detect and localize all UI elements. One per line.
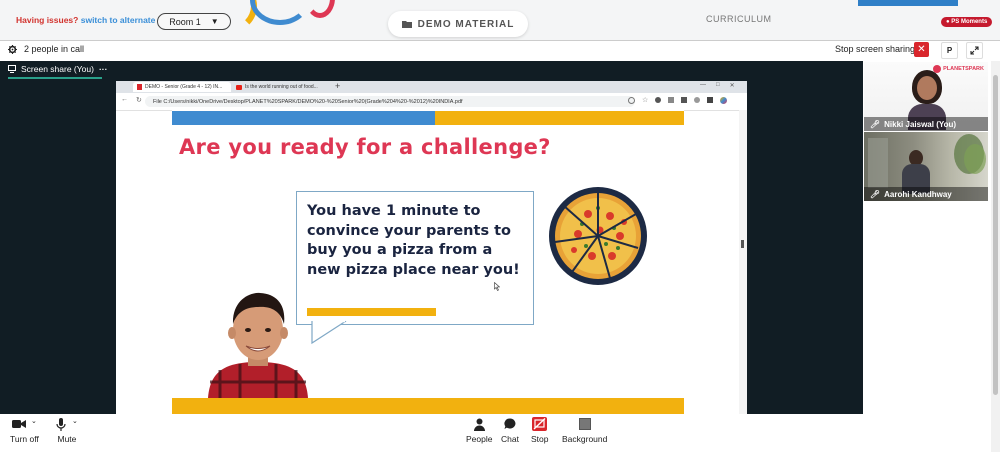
caret-down-icon: ▼ xyxy=(210,17,219,26)
stop-share-button[interactable]: Stop xyxy=(531,417,549,444)
mute-button[interactable]: ⌄ Mute xyxy=(56,417,78,444)
slide-bottom-bar xyxy=(172,398,684,414)
extension-icon[interactable] xyxy=(681,97,688,103)
people-label: People xyxy=(466,434,493,444)
page-scrollbar-thumb[interactable] xyxy=(993,75,998,395)
chat-icon xyxy=(504,418,516,429)
mouse-cursor-icon xyxy=(494,282,500,291)
ps-moments-badge[interactable]: ● PS Moments xyxy=(941,17,993,27)
participant-name: Aarohi Kandhway xyxy=(884,189,952,199)
mute-label: Mute xyxy=(57,434,77,444)
extension-icon[interactable] xyxy=(694,97,701,103)
tab-demo-material-label: DEMO MATERIAL xyxy=(417,18,515,30)
extension-icon[interactable] xyxy=(707,97,714,103)
people-button[interactable]: People xyxy=(466,417,492,444)
background-button[interactable]: Background xyxy=(562,417,607,444)
participant-name-bar: 🎤︎ Aarohi Kandhway xyxy=(864,187,988,201)
participant-tile[interactable]: 🎤︎ Aarohi Kandhway xyxy=(864,132,988,201)
pin-button[interactable]: P xyxy=(941,42,958,59)
stop-screen-share-icon xyxy=(532,417,548,431)
extension-icon[interactable] xyxy=(655,97,662,103)
pdf-scrollbar-thumb[interactable] xyxy=(741,240,744,248)
back-icon[interactable]: ← xyxy=(121,96,128,104)
maximize-icon[interactable]: □ xyxy=(716,82,720,89)
participant-name-bar: 🎤︎ Nikki Jaiswal (You) xyxy=(864,117,988,131)
background-icon xyxy=(578,418,591,430)
zoom-icon[interactable] xyxy=(628,97,635,104)
gear-icon[interactable] xyxy=(8,44,17,54)
browser-tab-title: Is the world running out of food... xyxy=(245,84,318,90)
new-tab-icon[interactable]: + xyxy=(335,81,340,91)
mic-icon: 🎤︎ xyxy=(870,189,881,199)
fullscreen-button[interactable] xyxy=(966,42,983,59)
decorative-arc xyxy=(305,0,335,18)
decorative-arc xyxy=(250,0,310,25)
call-toolbar xyxy=(0,414,991,452)
stage-tab-underline xyxy=(8,77,102,79)
youtube-icon xyxy=(236,84,242,90)
browser-nav-icons: ← ↻ xyxy=(121,96,142,104)
tab-classroom[interactable] xyxy=(858,0,958,6)
ps-moments-label: PS Moments xyxy=(951,19,988,25)
speech-bubble-tail xyxy=(311,321,347,345)
folder-icon xyxy=(401,21,412,28)
browser-tab[interactable]: Is the world running out of food... xyxy=(232,82,332,92)
camera-toggle-button[interactable]: ⌄ Turn off xyxy=(10,417,39,444)
participant-name: Nikki Jaiswal (You) xyxy=(884,119,957,129)
people-count: 2 people in call xyxy=(24,44,85,54)
more-options-icon[interactable]: ··· xyxy=(99,64,108,74)
star-icon[interactable]: ☆ xyxy=(642,97,648,104)
chevron-down-icon[interactable]: ⌄ xyxy=(31,417,37,425)
person-icon xyxy=(473,418,485,431)
pizza-illustration xyxy=(549,187,647,285)
tab-demo-material[interactable]: DEMO MATERIAL xyxy=(388,11,528,37)
url-field[interactable]: File C:/Users/nikki/OneDrive/Desktop/PLA… xyxy=(145,96,635,107)
issue-text: Having issues? xyxy=(16,15,79,25)
close-icon[interactable]: ✕ xyxy=(730,82,735,89)
pdf-icon xyxy=(137,84,142,90)
microphone-icon xyxy=(56,417,66,431)
speech-bubble-accent-bar xyxy=(307,308,436,316)
mic-icon: 🎤︎ xyxy=(870,119,881,129)
browser-tab[interactable]: DEMO - Senior (Grade 4 - 12) IN... xyxy=(133,82,231,92)
participant-tile[interactable]: PLANETSPARK 🎤︎ Nikki Jaiswal (You) xyxy=(864,62,988,131)
minimize-icon[interactable]: — xyxy=(700,82,706,89)
slide-top-bar-blue xyxy=(172,111,435,125)
slide-top-bar-yellow xyxy=(435,111,684,125)
edge-copilot-icon[interactable] xyxy=(720,97,728,104)
tab-curriculum[interactable]: CURRICULUM xyxy=(706,14,772,24)
stage-tab-label: Screen share (You) xyxy=(21,64,94,74)
close-icon: ✕ xyxy=(917,44,926,55)
pdf-scrollbar[interactable] xyxy=(739,110,747,414)
stop-label: Stop xyxy=(531,434,549,444)
stage-tab[interactable]: Screen share (You) ··· xyxy=(8,64,107,74)
stop-sharing-label[interactable]: Stop screen sharing xyxy=(835,44,915,54)
background-label: Background xyxy=(562,434,608,444)
screen-share-icon xyxy=(8,65,16,73)
issue-notice: Having issues? switch to alternate room xyxy=(16,15,179,25)
stop-sharing-button[interactable]: ✕ xyxy=(914,42,929,57)
speech-bubble-text: You have 1 minute to convince your paren… xyxy=(307,203,520,278)
expand-icon xyxy=(970,46,979,55)
room-select-value: Room 1 xyxy=(169,16,201,27)
participants-panel: PLANETSPARK 🎤︎ Nikki Jaiswal (You) 🎤︎ Aa… xyxy=(863,61,991,414)
chevron-down-icon[interactable]: ⌄ xyxy=(72,417,78,425)
chat-label: Chat xyxy=(501,434,519,444)
reload-icon[interactable]: ↻ xyxy=(136,96,142,104)
camera-icon xyxy=(11,420,26,428)
call-info: 2 people in call xyxy=(8,44,84,54)
boy-photo xyxy=(208,292,308,398)
chat-button[interactable]: Chat xyxy=(501,417,519,444)
room-select[interactable]: Room 1 ▼ xyxy=(157,13,231,30)
window-controls: — □ ✕ xyxy=(700,82,735,89)
record-icon: ● xyxy=(946,19,950,25)
browser-tab-title: DEMO - Senior (Grade 4 - 12) IN... xyxy=(145,84,223,90)
slide-title: Are you ready for a challenge? xyxy=(179,135,551,159)
logo-text: PLANETSPARK xyxy=(943,66,984,72)
browser-toolbar-icons: ☆ xyxy=(628,97,728,104)
camera-toggle-label: Turn off xyxy=(10,434,39,444)
extension-icon[interactable] xyxy=(668,97,675,103)
